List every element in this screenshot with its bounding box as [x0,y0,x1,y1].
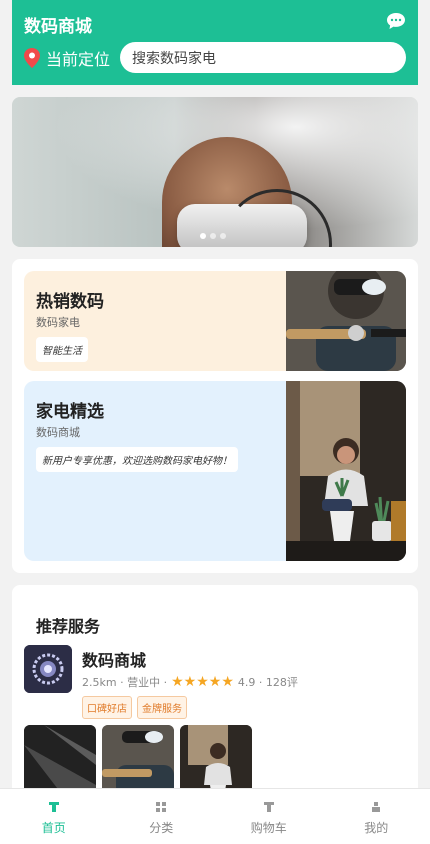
location-pin-icon [24,48,40,68]
rating-stars: ★ ★ ★ ★ ★ [171,675,234,689]
search-input[interactable]: 搜索数码家电 [120,42,406,73]
user-icon [372,802,381,812]
star-icon: ★ [171,674,184,690]
tab-label: 分类 [149,821,174,835]
star-icon: ★ [183,674,197,690]
carousel-dot[interactable] [200,233,206,239]
promo-card-hot[interactable]: 热销数码 数码家电 智能生活 [24,271,406,371]
separator: · [116,675,128,689]
star-icon: ★ [221,674,234,690]
section-title: 推荐服务 [36,617,101,636]
star-icon: ★ [208,674,222,690]
home-icon [48,802,59,812]
shop-name[interactable]: 数码商城 [82,647,146,671]
shop-photo[interactable] [24,725,96,797]
shop-photo-art [24,725,96,797]
tab-label: 我的 [364,821,389,835]
carousel-dot[interactable] [210,233,216,239]
shop-photo-art [180,725,252,797]
promo-image-art [286,381,406,561]
tab-label: 首页 [41,821,66,835]
promo-title: 家电精选 [36,402,104,422]
carousel-dot[interactable] [220,233,226,239]
category-grid-icon [156,802,167,812]
shop-logo[interactable] [24,645,72,693]
shop-rating: 4.9 [237,675,256,689]
search-placeholder: 搜索数码家电 [132,50,216,67]
chat-icon[interactable] [386,12,406,30]
shop-badge: 口碑好店 [82,696,132,719]
shop-distance: 2.5km [82,675,117,689]
promo-title: 热销数码 [36,292,104,312]
promo-subtitle: 数码商城 [36,426,80,439]
separator: · [160,675,168,689]
bottom-tab-bar: 首页 分类 购物车 我的 [0,788,430,844]
shop-photos [24,725,252,797]
promo-card-appliance[interactable]: 家电精选 数码商城 新用户专享优惠，欢迎选购数码家电好物！ [24,381,406,561]
tab-category[interactable]: 分类 [108,789,216,844]
promo-section: 热销数码 数码家电 智能生活 家电精选 数码商城 新用户专享优惠，欢迎选购数码家… [12,259,418,573]
star-icon: ★ [196,674,209,690]
tab-cart[interactable]: 购物车 [215,789,323,844]
promo-tag: 新用户专享优惠，欢迎选购数码家电好物！ [36,447,238,472]
location-label: 当前定位 [46,50,111,69]
promo-image-art [286,271,406,371]
promo-tag: 智能生活 [36,337,88,362]
tab-home[interactable]: 首页 [0,789,108,844]
tab-profile[interactable]: 我的 [323,789,430,844]
banner-carousel[interactable] [12,97,418,247]
shop-reviews: 128评 [265,676,298,689]
cart-icon [263,802,274,812]
location-selector[interactable]: 当前定位 [24,46,110,70]
shop-meta: 2.5km · 营业中 · ★ ★ ★ ★ ★ 4.9 · 128评 [82,674,298,690]
app-title: 数码商城 [24,17,92,37]
shop-photo[interactable] [180,725,252,797]
shop-badges: 口碑好店 金牌服务 [82,696,187,719]
shop-logo-art [24,645,72,693]
carousel-indicator [200,233,226,239]
shop-photo[interactable] [102,725,174,797]
shop-status: 营业中 [127,676,161,689]
shop-badge: 金牌服务 [137,696,187,719]
separator: · [255,675,266,689]
promo-image [286,271,406,371]
tab-label: 购物车 [250,821,287,835]
app-header: 数码商城 当前定位 搜索数码家电 [12,0,418,85]
promo-subtitle: 数码家电 [36,316,80,329]
shop-photo-art [102,725,174,797]
promo-image [286,381,406,561]
